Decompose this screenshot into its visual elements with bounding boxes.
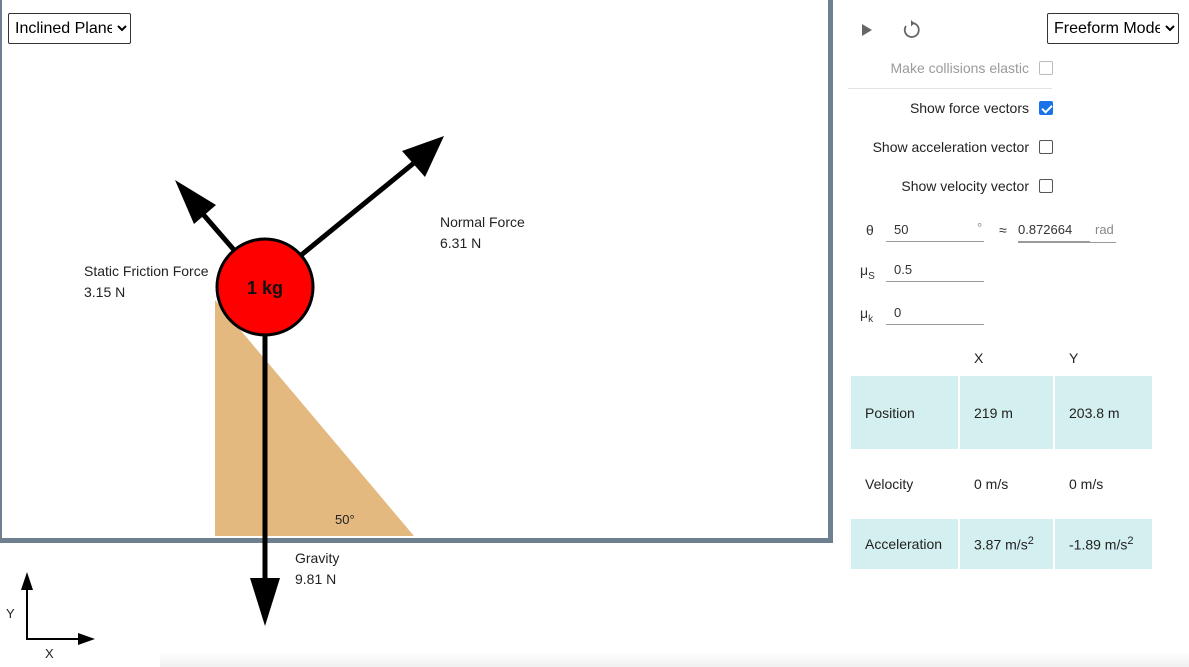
mass-ball[interactable]: [215, 237, 315, 337]
elastic-label: Make collisions elastic: [890, 60, 1030, 76]
y-axis-label: Y: [6, 606, 15, 621]
play-icon: [862, 24, 872, 36]
degree-unit: °: [977, 220, 983, 235]
play-button[interactable]: [854, 17, 880, 43]
kinematics-table: X Y Position 219 m 203.8 m Velocity 0 m/…: [849, 340, 1154, 569]
velocity-x: 0 m/s: [974, 476, 1009, 492]
force-vectors-checkbox[interactable]: [1039, 101, 1053, 115]
gravity-vector-head: [250, 578, 280, 626]
velocity-vector-option[interactable]: Show velocity vector: [848, 173, 1053, 199]
velocity-vector-checkbox[interactable]: [1039, 179, 1053, 193]
acceleration-x: 3.87 m/s2: [960, 519, 1053, 569]
position-label: Position: [851, 376, 958, 449]
friction-force-name: Static Friction Force: [84, 263, 209, 279]
approx-symbol: ≈: [999, 222, 1007, 238]
y-column-header: Y: [1069, 350, 1079, 366]
position-x: 219 m: [960, 376, 1053, 449]
theta-degrees-input[interactable]: [886, 218, 984, 242]
velocity-label: Velocity: [865, 476, 914, 492]
elastic-option: Make collisions elastic: [848, 55, 1053, 81]
bottom-shade: [160, 652, 1189, 667]
theta-radians-underline: [1018, 242, 1116, 243]
reset-icon: [903, 20, 920, 38]
normal-force-value: 6.31 N: [440, 235, 482, 251]
velocity-vector-label: Show velocity vector: [901, 178, 1029, 194]
velocity-row: Velocity 0 m/s 0 m/s: [851, 449, 1152, 519]
static-friction-input[interactable]: [886, 258, 984, 282]
mu-s-symbol: μS: [860, 262, 875, 282]
friction-force-value: 3.15 N: [84, 284, 126, 300]
x-axis-label: X: [45, 646, 54, 661]
force-vectors-option[interactable]: Show force vectors: [848, 95, 1053, 121]
mu-k-symbol: μk: [860, 305, 874, 325]
position-y: 203.8 m: [1055, 376, 1152, 449]
velocity-y: 0 m/s: [1069, 476, 1104, 492]
reset-button[interactable]: [898, 17, 924, 43]
scene-select[interactable]: Inclined Plane: [8, 13, 131, 44]
gravity-force-value: 9.81 N: [295, 571, 337, 587]
force-vectors-label: Show force vectors: [909, 100, 1029, 116]
acceleration-y: -1.89 m/s2: [1055, 519, 1152, 569]
acceleration-label: Acceleration: [851, 519, 958, 569]
elastic-checkbox: [1039, 61, 1053, 75]
options-divider: [848, 88, 1052, 89]
y-axis-arrowhead: [21, 572, 33, 590]
normal-force-name: Normal Force: [440, 214, 525, 230]
acceleration-vector-label: Show acceleration vector: [872, 139, 1029, 155]
acceleration-row: Acceleration 3.87 m/s2 -1.89 m/s2: [851, 519, 1152, 569]
kinetic-friction-input[interactable]: [886, 301, 984, 325]
mode-select[interactable]: Freeform Mode: [1047, 13, 1179, 44]
acceleration-vector-option[interactable]: Show acceleration vector: [848, 134, 1053, 160]
table-header-row: X Y: [851, 340, 1152, 376]
x-axis-arrowhead: [78, 633, 95, 645]
gravity-force-name: Gravity: [295, 550, 340, 566]
acceleration-vector-checkbox[interactable]: [1039, 140, 1053, 154]
position-row: Position 219 m 203.8 m: [851, 376, 1152, 449]
theta-symbol: θ: [866, 222, 874, 238]
radian-unit: rad: [1095, 222, 1114, 237]
theta-radians-input[interactable]: [1018, 218, 1090, 242]
x-column-header: X: [974, 350, 984, 366]
